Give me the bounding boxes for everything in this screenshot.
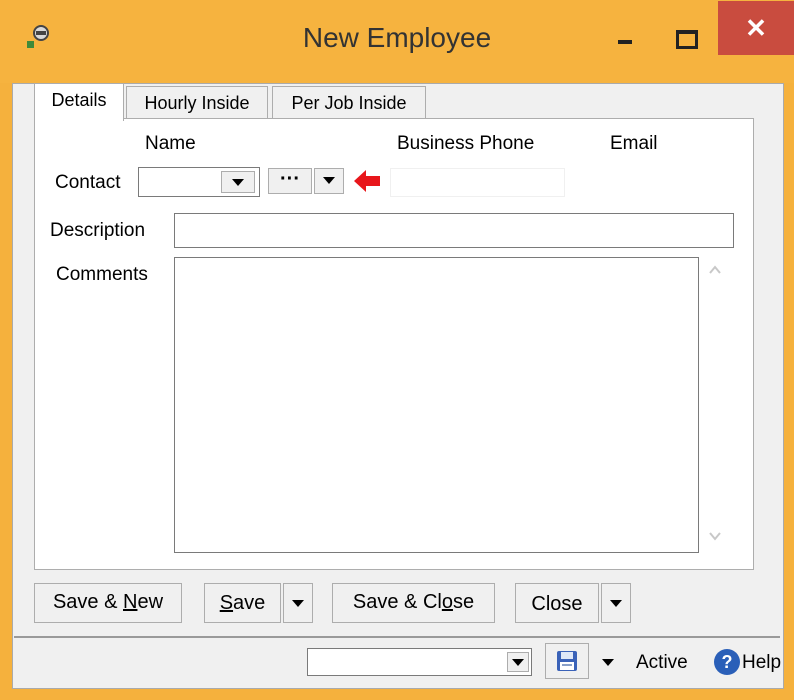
contact-combo[interactable] xyxy=(138,167,260,197)
save-and-new-label: Save & New xyxy=(52,591,164,613)
name-column-header: Name xyxy=(145,133,196,154)
maximize-icon xyxy=(676,30,698,49)
close-options-dropdown-button[interactable] xyxy=(601,583,631,623)
maximize-button[interactable] xyxy=(660,20,710,60)
close-icon: ✕ xyxy=(745,13,767,43)
business-phone-column-header: Business Phone xyxy=(397,133,535,154)
record-dropdown-button[interactable] xyxy=(507,652,529,672)
contact-lookup-button[interactable]: ··· xyxy=(268,168,312,194)
tab-hourly-inside[interactable]: Hourly Inside xyxy=(126,86,268,121)
contact-label: Contact xyxy=(55,172,121,193)
chevron-down-icon xyxy=(292,600,304,607)
comments-scrollbar[interactable] xyxy=(704,257,728,553)
comments-label: Comments xyxy=(56,264,148,285)
contact-dropdown-button[interactable] xyxy=(221,171,255,193)
close-label: Close xyxy=(531,593,583,615)
save-button[interactable]: Save xyxy=(204,583,281,623)
record-combo[interactable] xyxy=(307,648,532,676)
ellipsis-icon: ··· xyxy=(280,168,300,190)
status-options-dropdown-button[interactable] xyxy=(597,650,619,674)
tab-per-job-inside[interactable]: Per Job Inside xyxy=(272,86,426,121)
save-options-dropdown-button[interactable] xyxy=(283,583,313,623)
save-record-button[interactable] xyxy=(545,643,589,679)
chevron-down-icon xyxy=(512,659,524,666)
tab-details[interactable]: Details xyxy=(34,83,124,121)
title-bar[interactable]: New Employee ✕ xyxy=(0,0,794,83)
help-link[interactable]: Help xyxy=(742,652,781,674)
email-column-header: Email xyxy=(610,133,658,154)
close-button[interactable]: Close xyxy=(515,583,599,623)
save-and-close-label: Save & Close xyxy=(352,591,475,613)
save-and-close-button[interactable]: Save & Close xyxy=(332,583,495,623)
save-and-new-button[interactable]: Save & New xyxy=(34,583,182,623)
description-field[interactable] xyxy=(174,213,734,248)
chevron-down-icon xyxy=(232,179,244,186)
scroll-down-icon[interactable] xyxy=(708,529,722,543)
minimize-button[interactable] xyxy=(600,20,650,60)
application-window: New Employee ✕ Details Hourly Inside Per… xyxy=(0,0,794,700)
arrow-left-icon xyxy=(352,169,382,193)
contact-options-dropdown-button[interactable] xyxy=(314,168,344,194)
minimize-icon xyxy=(618,40,632,44)
help-icon[interactable]: ? xyxy=(714,649,740,675)
close-window-button[interactable]: ✕ xyxy=(718,1,794,55)
chevron-down-icon xyxy=(610,600,622,607)
tab-hourly-inside-label: Hourly Inside xyxy=(144,93,250,113)
tab-per-job-inside-label: Per Job Inside xyxy=(291,93,407,113)
floppy-disk-icon xyxy=(557,651,577,671)
description-label: Description xyxy=(50,220,146,241)
save-label: Save xyxy=(219,592,266,614)
active-status-label: Active xyxy=(636,652,688,673)
business-phone-field[interactable] xyxy=(390,168,565,197)
tab-details-label: Details xyxy=(51,90,107,110)
chevron-down-icon xyxy=(323,177,335,184)
chevron-down-icon xyxy=(602,659,614,666)
scroll-up-icon[interactable] xyxy=(708,263,722,277)
comments-textarea[interactable] xyxy=(174,257,699,553)
